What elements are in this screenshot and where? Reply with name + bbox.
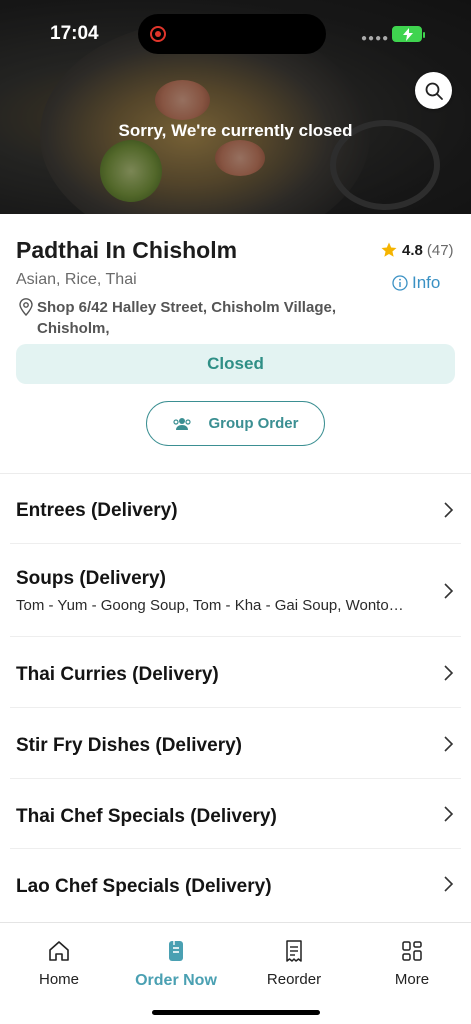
nav-reorder[interactable]: Reorder — [239, 939, 349, 988]
chevron-right-icon — [444, 665, 454, 681]
nav-more[interactable]: More — [357, 939, 467, 988]
menu-category-thai-chef-specials[interactable]: Thai Chef Specials (Delivery) — [0, 779, 471, 849]
home-indicator — [152, 1010, 320, 1015]
chevron-right-icon — [444, 583, 454, 599]
menu-category-thai-curries[interactable]: Thai Curries (Delivery) — [0, 637, 471, 707]
recording-icon — [150, 26, 166, 42]
nav-order-now-label: Order Now — [135, 972, 217, 989]
info-icon — [392, 275, 408, 291]
chevron-right-icon — [444, 502, 454, 518]
menu-category-items: Tom - Yum - Goong Soup, Tom - Kha - Gai … — [16, 597, 404, 614]
star-icon — [381, 242, 397, 257]
group-order-label: Group Order — [208, 415, 299, 432]
nav-reorder-label: Reorder — [266, 971, 322, 988]
menu-category-entrees[interactable]: Entrees (Delivery) — [0, 474, 471, 544]
menu-category-title: Thai Chef Specials (Delivery) — [16, 806, 277, 827]
info-link[interactable]: Info — [392, 273, 440, 293]
dynamic-island — [138, 14, 326, 54]
nav-order-now[interactable]: Order Now — [121, 939, 231, 990]
menu-category-lao-chef-specials[interactable]: Lao Chef Specials (Delivery) — [0, 849, 471, 921]
group-order-button[interactable]: Group Order — [146, 401, 325, 446]
closed-status-bar: Closed — [16, 344, 455, 384]
battery-icon — [392, 26, 425, 42]
restaurant-name: Padthai In Chisholm — [16, 237, 238, 263]
closed-banner: Sorry, We're currently closed — [118, 121, 353, 140]
search-button[interactable] — [415, 72, 452, 109]
menu-category-title: Entrees (Delivery) — [16, 500, 178, 521]
rating-score: 4.8 — [402, 241, 423, 259]
group-icon — [173, 417, 192, 430]
menu-category-title: Soups (Delivery) — [16, 568, 166, 589]
nav-more-label: More — [394, 971, 430, 988]
nav-home-label: Home — [38, 971, 79, 988]
menu-category-title: Thai Curries (Delivery) — [16, 664, 219, 685]
grid-icon — [402, 941, 422, 961]
order-icon — [169, 941, 183, 961]
address-line-1: Shop 6/42 Halley Street, Chisholm Villag… — [37, 299, 336, 337]
search-icon — [425, 82, 443, 100]
menu-category-soups[interactable]: Soups (Delivery) Tom - Yum - Goong Soup,… — [0, 544, 471, 636]
menu-category-title: Lao Chef Specials (Delivery) — [16, 876, 272, 897]
status-time: 17:04 — [50, 23, 99, 44]
bottom-nav: Home Order Now Reorder More — [0, 922, 471, 1024]
location-pin-icon — [19, 298, 33, 316]
menu-category-stir-fry[interactable]: Stir Fry Dishes (Delivery) — [0, 708, 471, 778]
receipt-icon — [286, 940, 302, 962]
rating: 4.8 (47) — [380, 241, 454, 259]
home-icon — [49, 941, 69, 961]
menu-category-title: Stir Fry Dishes (Delivery) — [16, 735, 242, 756]
cuisines: Asian, Rice, Thai — [16, 271, 137, 288]
nav-home[interactable]: Home — [4, 939, 114, 988]
info-label: Info — [412, 273, 441, 292]
chevron-right-icon — [444, 736, 454, 752]
chevron-right-icon — [444, 806, 454, 822]
chevron-right-icon — [444, 876, 454, 892]
rating-count: (47) — [426, 241, 454, 259]
signal-icon: ●●●● — [361, 33, 390, 44]
